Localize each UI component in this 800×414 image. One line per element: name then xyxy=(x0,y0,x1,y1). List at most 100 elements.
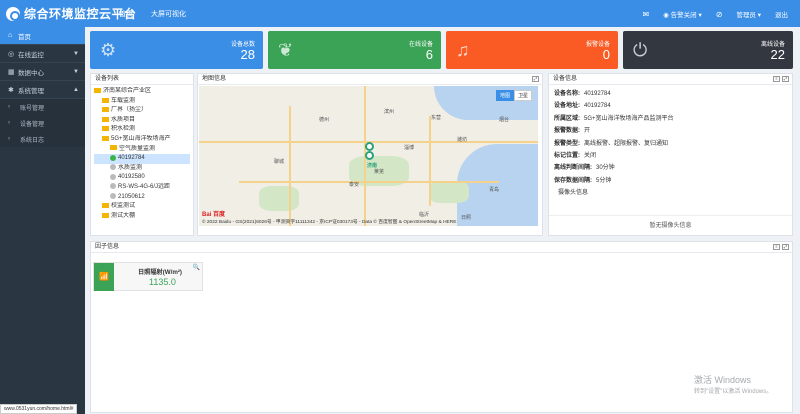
nav-home[interactable]: 首页 xyxy=(119,9,133,19)
chevron-right-icon: › xyxy=(8,104,10,110)
tree-node[interactable]: 5G+宽山海洋牧场海产 xyxy=(94,135,190,145)
map-type-satellite[interactable]: 卫星 xyxy=(513,90,532,101)
bell-icon: ♫ xyxy=(456,40,470,60)
chevron-right-icon: › xyxy=(8,120,10,126)
tree-node[interactable]: 测试大棚 xyxy=(94,212,190,222)
tree-node-label: 21050612 xyxy=(118,193,145,200)
map-type-map[interactable]: 地图 xyxy=(495,90,514,101)
list-icon[interactable]: ≡ xyxy=(773,76,780,82)
tree-node[interactable]: 车载监测 xyxy=(94,97,190,107)
tree-node[interactable]: RS-WS-4G-6/J远距 xyxy=(94,183,190,193)
info-row: 所属区域: 5G+宽山海洋牧场海产品监测平台 xyxy=(554,113,787,125)
card-offline-devices[interactable]: ⏻ 离线设备 22 xyxy=(623,31,793,69)
sidebar-subitem-accounts[interactable]: › 账号管理 xyxy=(0,99,85,115)
city-label: 德州 xyxy=(319,117,330,123)
folder-icon xyxy=(102,107,109,113)
tree-node[interactable]: 厂界（扬尘） xyxy=(94,106,190,116)
sidebar: ⌂ 首页 ◎ 在线监控 ▼ ▦ 数据中心 ▼ ✱ 系统管理 ▲ › 账号管理 › 设备管理 › 系统… xyxy=(0,27,85,414)
no-camera-message: 暂无摄像头信息 xyxy=(549,215,792,229)
device-list-panel: 设备列表 济南某综合产业区 车载监测 厂界（扬尘） 水质项目 积水检测 5G+宽山海洋牧场… xyxy=(90,73,194,236)
baidu-logo: Bai 百度 xyxy=(202,212,226,218)
info-row: 保存数据间隔: 5分钟 xyxy=(554,175,787,187)
tree-node-label: 积水检测 xyxy=(111,126,136,133)
tree-node-label: 空气质量监测 xyxy=(119,145,156,152)
card-total-devices[interactable]: ⚙ 设备总数 28 xyxy=(90,31,263,69)
cloud-icon xyxy=(6,6,20,21)
factor-name: 日照辐射(W/m²) xyxy=(138,269,182,276)
nav-bigscreen[interactable]: 大屏可视化 xyxy=(151,9,186,19)
info-key: 报警数据: xyxy=(554,128,580,135)
tree-node[interactable]: 21050612 xyxy=(94,192,190,203)
sidebar-item-monitor[interactable]: ◎ 在线监控 ▼ xyxy=(0,45,85,63)
card-alarm-devices[interactable]: ♫ 报警设备 0 xyxy=(446,31,618,69)
offline-status-icon xyxy=(110,192,116,199)
sidebar-item-label: 系统管理 xyxy=(18,87,44,95)
device-tree: 济南某综合产业区 车载监测厂界（扬尘） 水质项目 积水检测 5G+宽山海洋牧场海产 空气质… xyxy=(91,85,193,223)
map-header: 地图信息 ⤢ xyxy=(198,74,542,85)
tree-node-label: 水质监测 xyxy=(118,164,143,171)
device-info-panel: 设备信息 ≡ ⤢ 设备名称: 40192784 设备地址: 40192784 所属区域: 5G… xyxy=(548,73,793,236)
city-label: 淄博 xyxy=(404,145,415,151)
tree-node[interactable]: 40192784 xyxy=(94,154,190,164)
alarm-toggle[interactable]: ◉ 告警关闭 ▾ xyxy=(663,9,702,19)
folder-icon xyxy=(102,203,109,209)
tree-node-label: 测试大棚 xyxy=(111,212,136,219)
info-value: 开 xyxy=(584,128,591,135)
mute-icon[interactable]: ⊘ xyxy=(716,10,723,19)
info-row: 设备名称: 40192784 xyxy=(554,88,787,100)
sidebar-subitem-devices[interactable]: › 设备管理 xyxy=(0,115,85,131)
map-view[interactable]: 德州 滨州 东营 聊城 淄博 潍坊 泰安 莱芜 临沂 日照 青岛 烟台 济南 地图 卫星 Bai 百度… xyxy=(199,86,538,226)
expand-icon[interactable]: ⤢ xyxy=(782,76,789,82)
tree-node[interactable]: 空气质量监测 xyxy=(94,145,190,155)
home-icon: ⌂ xyxy=(8,32,13,39)
gear-icon: ✱ xyxy=(8,86,14,94)
city-label: 聊城 xyxy=(274,159,285,165)
city-label: 潍坊 xyxy=(457,137,468,143)
sidebar-item-home[interactable]: ⌂ 首页 xyxy=(0,27,85,45)
tree-node[interactable]: 济南某综合产业区 xyxy=(94,87,190,97)
card-online-devices[interactable]: ❦ 在线设备 6 xyxy=(268,31,441,69)
map-marker-icon[interactable] xyxy=(365,151,374,160)
tree-node[interactable]: 水质项目 xyxy=(94,116,190,126)
expand-icon[interactable]: ⤢ xyxy=(532,76,539,82)
data-icon: ▦ xyxy=(8,68,15,76)
logout-link[interactable]: 退出 xyxy=(775,9,788,19)
sidebar-subitem-label: 系统日志 xyxy=(20,137,45,144)
info-value: 40192784 xyxy=(584,103,611,110)
info-row: 报警类型: 离线报警、超限报警、复归通知 xyxy=(554,138,787,150)
search-icon[interactable]: 🔍 xyxy=(193,264,200,271)
user-menu[interactable]: 管理员 ▾ xyxy=(736,9,761,19)
sidebar-item-data[interactable]: ▦ 数据中心 ▼ xyxy=(0,63,85,81)
map-marker-icon[interactable] xyxy=(365,142,374,151)
panel-title: 地图信息 xyxy=(202,76,227,82)
tree-node[interactable]: 40192580 xyxy=(94,173,190,183)
tree-node-label: 厂界（扬尘） xyxy=(111,107,148,114)
sidebar-item-system[interactable]: ✱ 系统管理 ▲ xyxy=(0,81,85,99)
sidebar-subitem-logs[interactable]: › 系统日志 xyxy=(0,131,85,147)
info-key: 设备地址: xyxy=(554,103,580,110)
tree-node[interactable]: 水质监测 xyxy=(94,164,190,174)
app-logo: 综合环境监控云平台 xyxy=(6,5,137,22)
tree-node-label: 车载监测 xyxy=(111,97,136,104)
list-icon[interactable]: ≡ xyxy=(773,244,780,250)
info-key: 标记位置: xyxy=(554,153,580,160)
tree-node[interactable]: 积水检测 xyxy=(94,125,190,135)
message-icon[interactable]: ✉ xyxy=(642,10,649,19)
info-key: 报警类型: xyxy=(554,140,580,147)
factor-card[interactable]: 📶 日照辐射(W/m²) 1135.0 🔍 xyxy=(93,262,203,291)
map-copyright: © 2022 Baidu - GS(2021)6026号 - 甲测资字11111… xyxy=(202,220,457,225)
gears-icon: ⚙ xyxy=(100,40,117,60)
offline-status-icon xyxy=(110,173,116,180)
info-key: 所属区域: xyxy=(554,115,580,122)
folder-icon xyxy=(102,116,109,122)
tree-node-label: RS-WS-4G-6/J远距 xyxy=(118,183,171,190)
tree-node[interactable]: 校监测试 xyxy=(94,202,190,212)
info-row: 报警数据: 开 xyxy=(554,125,787,137)
card-value: 0 xyxy=(602,47,610,62)
watermark-line2: 转到"设置"以激活 Windows。 xyxy=(694,389,773,395)
expand-icon[interactable]: ⤢ xyxy=(782,244,789,250)
city-label: 滨州 xyxy=(384,109,395,115)
globe-icon: ◎ xyxy=(8,50,15,58)
sidebar-item-label: 首页 xyxy=(18,33,31,41)
info-key: 设备名称: xyxy=(554,91,580,97)
